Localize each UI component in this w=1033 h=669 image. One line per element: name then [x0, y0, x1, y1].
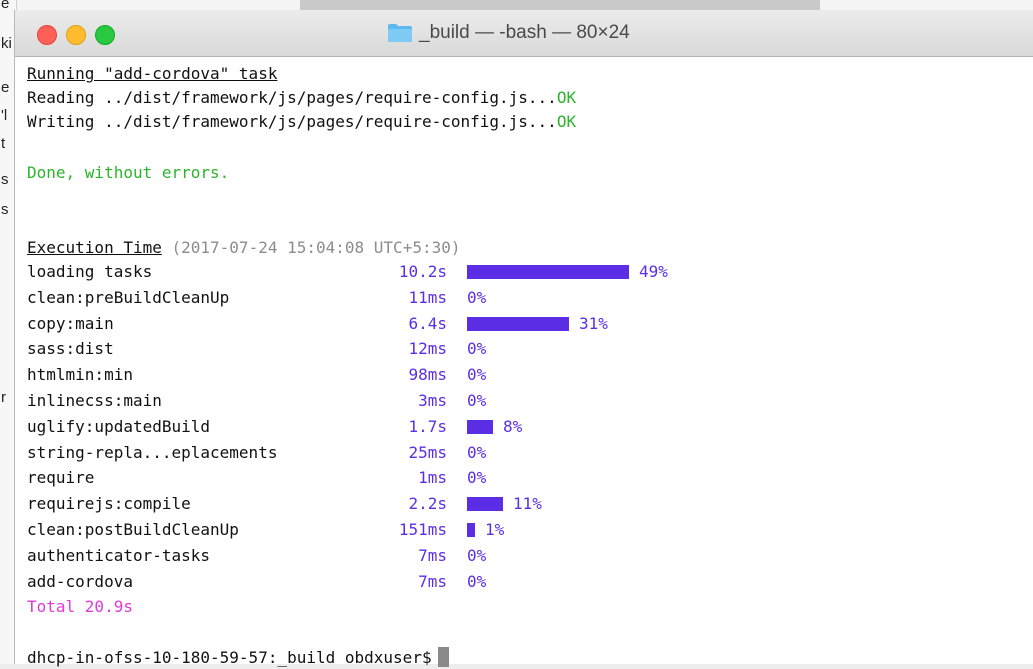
reading-text: Reading ../dist/framework/js/pages/requi…	[27, 88, 557, 107]
execution-time-header: Execution Time (2017-07-24 15:04:08 UTC+…	[27, 236, 460, 259]
duration-bar	[467, 523, 475, 537]
task-duration: 2.2s	[408, 494, 447, 514]
task-name: copy:main	[27, 313, 114, 333]
window-title-text: _build — -bash — 80×24	[419, 22, 630, 43]
shell-prompt[interactable]: dhcp-in-ofss-10-180-59-57:_build obdxuse…	[27, 646, 449, 669]
duration-bar	[467, 316, 569, 331]
background-text-fragment: r	[1, 389, 6, 406]
background-text-fragment: s	[1, 171, 9, 188]
task-name: uglify:updatedBuild	[27, 416, 211, 436]
task-duration: 12ms	[408, 339, 447, 359]
block-cursor	[437, 647, 449, 667]
task-percentage: 0%	[467, 339, 487, 359]
reading-line: Reading ../dist/framework/js/pages/requi…	[27, 86, 576, 109]
task-percentage: 11%	[513, 494, 542, 514]
task-name: require	[27, 468, 95, 488]
execution-timestamp: (2017-07-24 15:04:08 UTC+5:30)	[171, 238, 461, 257]
task-percentage: 1%	[485, 520, 505, 539]
task-name: sass:dist	[27, 339, 114, 359]
writing-text: Writing ../dist/framework/js/pages/requi…	[27, 112, 557, 131]
task-name: loading tasks	[27, 262, 153, 281]
background-text-fragment: e	[1, 79, 10, 96]
background-text-fragment: e	[1, 0, 10, 12]
task-name: htmlmin:min	[27, 365, 133, 385]
task-percentage: 0%	[467, 287, 487, 307]
task-name: clean:postBuildCleanUp	[27, 520, 239, 539]
background-text-fragment: s	[1, 201, 9, 218]
prompt-text: dhcp-in-ofss-10-180-59-57:_build obdxuse…	[27, 648, 432, 667]
task-percentage: 8%	[503, 416, 523, 436]
task-duration: 1ms	[418, 468, 447, 488]
minimize-button[interactable]	[66, 25, 86, 45]
task-name: add-cordova	[27, 571, 133, 591]
task-percentage: 0%	[467, 391, 487, 410]
task-percentage: 31%	[579, 313, 608, 333]
task-duration: 1.7s	[408, 416, 447, 436]
task-duration: 151ms	[398, 520, 447, 539]
writing-status: OK	[556, 112, 577, 131]
close-button[interactable]	[37, 25, 57, 45]
reading-status: OK	[556, 88, 577, 107]
task-duration: 11ms	[408, 287, 447, 307]
task-name: string-repla...eplacements	[27, 442, 278, 462]
window-title: _build — -bash — 80×24	[387, 22, 630, 44]
done-message: Done, without errors.	[27, 163, 230, 182]
task-percentage: 49%	[639, 262, 668, 281]
terminal-window[interactable]: _build — -bash — 80×24 Running "add-cord…	[14, 10, 1033, 667]
background-scrollbar	[300, 0, 820, 10]
task-duration: 3ms	[418, 391, 447, 410]
task-duration: 25ms	[408, 442, 447, 462]
task-name: requirejs:compile	[27, 494, 191, 514]
background-text-fragment: t	[1, 135, 6, 152]
task-duration: 10.2s	[398, 262, 447, 281]
duration-bar	[467, 497, 503, 512]
title-bar[interactable]: _build — -bash — 80×24	[15, 10, 1033, 57]
task-duration: 6.4s	[408, 313, 447, 333]
task-name: clean:preBuildCleanUp	[27, 287, 230, 307]
task-percentage: 0%	[467, 468, 487, 488]
task-percentage: 0%	[467, 545, 487, 565]
task-header: Running "add-cordova" task	[27, 64, 278, 83]
task-name: inlinecss:main	[27, 391, 162, 410]
task-percentage: 0%	[467, 365, 487, 385]
task-duration: 98ms	[408, 365, 447, 385]
task-percentage: 0%	[467, 571, 487, 591]
total-time: Total 20.9s	[27, 597, 133, 616]
duration-bar	[467, 419, 493, 434]
background-text-fragment: ki	[1, 35, 12, 52]
task-name: authenticator-tasks	[27, 545, 211, 565]
duration-bar	[467, 265, 629, 279]
folder-icon	[388, 24, 412, 42]
terminal-output[interactable]: Running "add-cordova" task Reading ../di…	[27, 62, 1027, 667]
writing-line: Writing ../dist/framework/js/pages/requi…	[27, 110, 576, 133]
background-text-fragment: 'l	[1, 107, 8, 124]
task-duration: 7ms	[418, 571, 447, 591]
zoom-button[interactable]	[95, 25, 115, 45]
task-percentage: 0%	[467, 442, 487, 462]
execution-time-label: Execution Time	[27, 238, 162, 257]
task-duration: 7ms	[418, 545, 447, 565]
